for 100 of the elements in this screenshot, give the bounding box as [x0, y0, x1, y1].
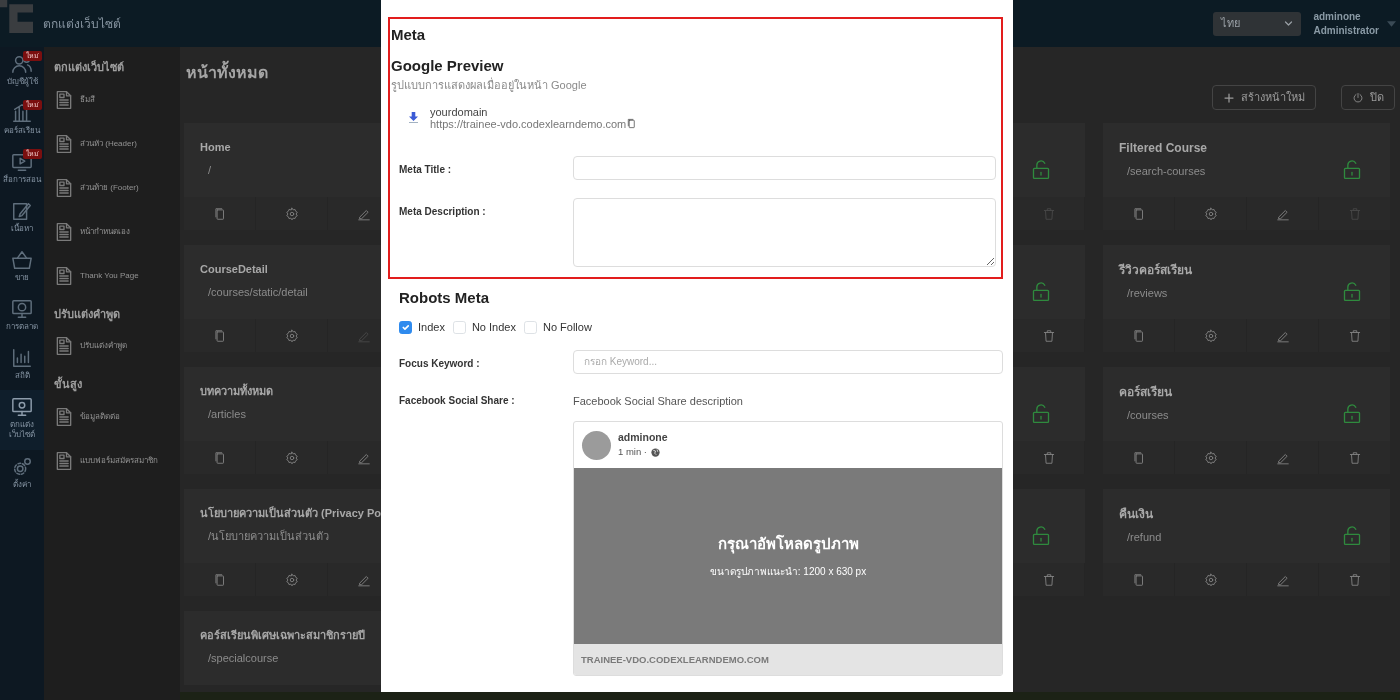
lock-icon[interactable]	[1342, 403, 1362, 425]
card-path: /courses/static/detail	[208, 284, 308, 300]
checkbox-label[interactable]: Index	[418, 319, 445, 336]
plus-icon	[1223, 91, 1235, 104]
section-heading: ขั้นสูง	[54, 376, 83, 393]
create-page-button[interactable]: สร้างหน้าใหม่	[1212, 85, 1316, 110]
avatar	[582, 430, 611, 460]
card-path: /reviews	[1127, 286, 1169, 301]
settings-icon[interactable]	[1203, 206, 1218, 221]
edit-icon	[11, 200, 33, 222]
card-path: /articles	[208, 406, 247, 422]
section-heading: ปรับแต่งคำพูด	[54, 306, 121, 322]
page-title: หน้าทั้งหมด	[186, 60, 381, 86]
card-path: /นโยบายความเป็นส่วนตัว	[208, 528, 331, 544]
trash-icon[interactable]	[1041, 572, 1056, 587]
user-name[interactable]: adminone	[1313, 9, 1379, 24]
card-title: Filtered Course	[1119, 140, 1208, 157]
page-heading: ตกแต่งเว็บไซต์	[43, 15, 121, 33]
site-url: https://trainee-vdo.codexlearndemo.com	[430, 117, 627, 130]
lock-icon[interactable]	[1031, 525, 1051, 547]
card-title: คืนเงิน	[1119, 506, 1154, 523]
trash-icon[interactable]	[1347, 450, 1362, 465]
trash-icon[interactable]	[1041, 450, 1056, 465]
card-title: คอร์สเรียน	[1119, 384, 1172, 401]
lock-icon[interactable]	[1342, 281, 1362, 303]
power-icon	[1352, 91, 1364, 104]
lock-icon[interactable]	[1031, 281, 1051, 303]
copy-icon[interactable]	[1131, 206, 1146, 221]
copy-icon[interactable]	[1131, 572, 1146, 587]
card-path: /courses	[1127, 408, 1170, 423]
copy-icon[interactable]	[212, 450, 227, 465]
trash-icon[interactable]	[1041, 328, 1056, 343]
card-title: บทความทั้งหมด	[200, 383, 273, 399]
rail-item[interactable]: ตั้งค่า	[0, 450, 44, 499]
site-name: yourdomain	[430, 105, 489, 118]
globe-icon	[651, 447, 661, 457]
lock-icon[interactable]	[1031, 159, 1051, 181]
rail-item[interactable]: ขาย	[0, 243, 44, 292]
description-field[interactable]	[573, 197, 996, 267]
rail-item[interactable]: การตลาด	[0, 292, 44, 341]
bar-chart-icon	[11, 347, 33, 369]
lock-icon[interactable]	[1342, 159, 1362, 181]
basket-icon	[11, 249, 33, 271]
copy-icon[interactable]	[212, 572, 227, 587]
author-name: adminone	[618, 431, 668, 445]
card-title: รีวิวคอร์สเรียน	[1119, 262, 1192, 279]
checkbox[interactable]	[399, 320, 412, 334]
sidebar-item[interactable]: ส่วนหัว (Header)	[54, 121, 180, 166]
title-field[interactable]	[573, 155, 996, 180]
rail-item[interactable]: เนื้อหา	[0, 194, 44, 243]
trash-icon[interactable]	[1347, 572, 1362, 587]
settings-icon[interactable]	[284, 206, 299, 221]
upload-hint: ขนาดรูปภาพแนะนำ: 1200 x 630 px	[709, 564, 867, 579]
checkbox-label[interactable]: No Index	[471, 319, 516, 336]
card-path: /	[208, 162, 213, 178]
rail-item[interactable]: ตกแต่งเว็บไซต์	[0, 390, 44, 450]
lock-icon[interactable]	[1031, 403, 1051, 425]
copy-icon[interactable]	[212, 206, 227, 221]
settings-icon[interactable]	[1203, 328, 1218, 343]
trash-icon[interactable]	[1347, 328, 1362, 343]
copy-icon[interactable]	[212, 328, 227, 343]
card-path: /specialcourse	[208, 650, 280, 666]
copy-icon[interactable]	[1131, 328, 1146, 343]
sidebar-item[interactable]: หน้ากำหนดเอง	[54, 209, 180, 254]
rail-item[interactable]: สถิติ	[0, 341, 44, 390]
card-title: นโยบายความเป็นส่วนตัว (Privacy Po	[200, 505, 381, 521]
keyword-field[interactable]: กรอก Keyword...	[573, 349, 1003, 374]
lock-icon[interactable]	[1342, 525, 1362, 547]
settings-icon[interactable]	[284, 328, 299, 343]
sidebar-item[interactable]: ข้อมูลติดต่อ	[54, 394, 180, 439]
card-title: คอร์สเรียนพิเศษเฉพาะสมาชิกรายปี	[200, 628, 365, 643]
section-title: Google Preview	[391, 55, 505, 76]
sidebar-item[interactable]: Thank You Page	[54, 253, 180, 298]
share-domain: TRAINEE-VDO.CODEXLEARNDEMO.COM	[574, 644, 1002, 676]
close-button[interactable]: ปิด	[1341, 85, 1395, 110]
field-label: Meta Title :	[399, 162, 453, 177]
section-title: Meta	[391, 25, 427, 45]
user-role: Administrator	[1313, 23, 1379, 38]
field-label: Meta Description :	[399, 204, 487, 219]
sidebar-item[interactable]: ส่วนท้าย (Footer)	[54, 165, 180, 210]
sidebar-item[interactable]: แบบฟอร์มสมัครสมาชิก	[54, 438, 180, 483]
copy-icon[interactable]	[1131, 450, 1146, 465]
caret-icon[interactable]	[1387, 20, 1396, 27]
checkbox-label[interactable]: No Follow	[542, 319, 592, 336]
settings-icon[interactable]	[284, 450, 299, 465]
upload-title: กรุณาอัพโหลดรูปภาพ	[717, 534, 859, 556]
section-heading: ตกแต่งเว็บไซต์	[54, 59, 125, 75]
settings-icon[interactable]	[1203, 450, 1218, 465]
card-title: Home	[200, 140, 231, 155]
sidebar-item[interactable]: ธีมสี	[54, 77, 180, 122]
card-path: /refund	[1127, 530, 1162, 545]
card-path: /search-courses	[1127, 164, 1207, 179]
field-description: Facebook Social Share description	[573, 393, 744, 409]
copy-icon[interactable]	[626, 118, 638, 130]
sidebar-item[interactable]: ปรับแต่งคำพูด	[54, 324, 180, 368]
field-label: Facebook Social Share :	[399, 393, 516, 408]
monitor-icon	[11, 298, 33, 320]
settings-icon[interactable]	[1203, 572, 1218, 587]
settings-icon[interactable]	[284, 572, 299, 587]
language-select[interactable]: ไทย	[1213, 11, 1302, 36]
